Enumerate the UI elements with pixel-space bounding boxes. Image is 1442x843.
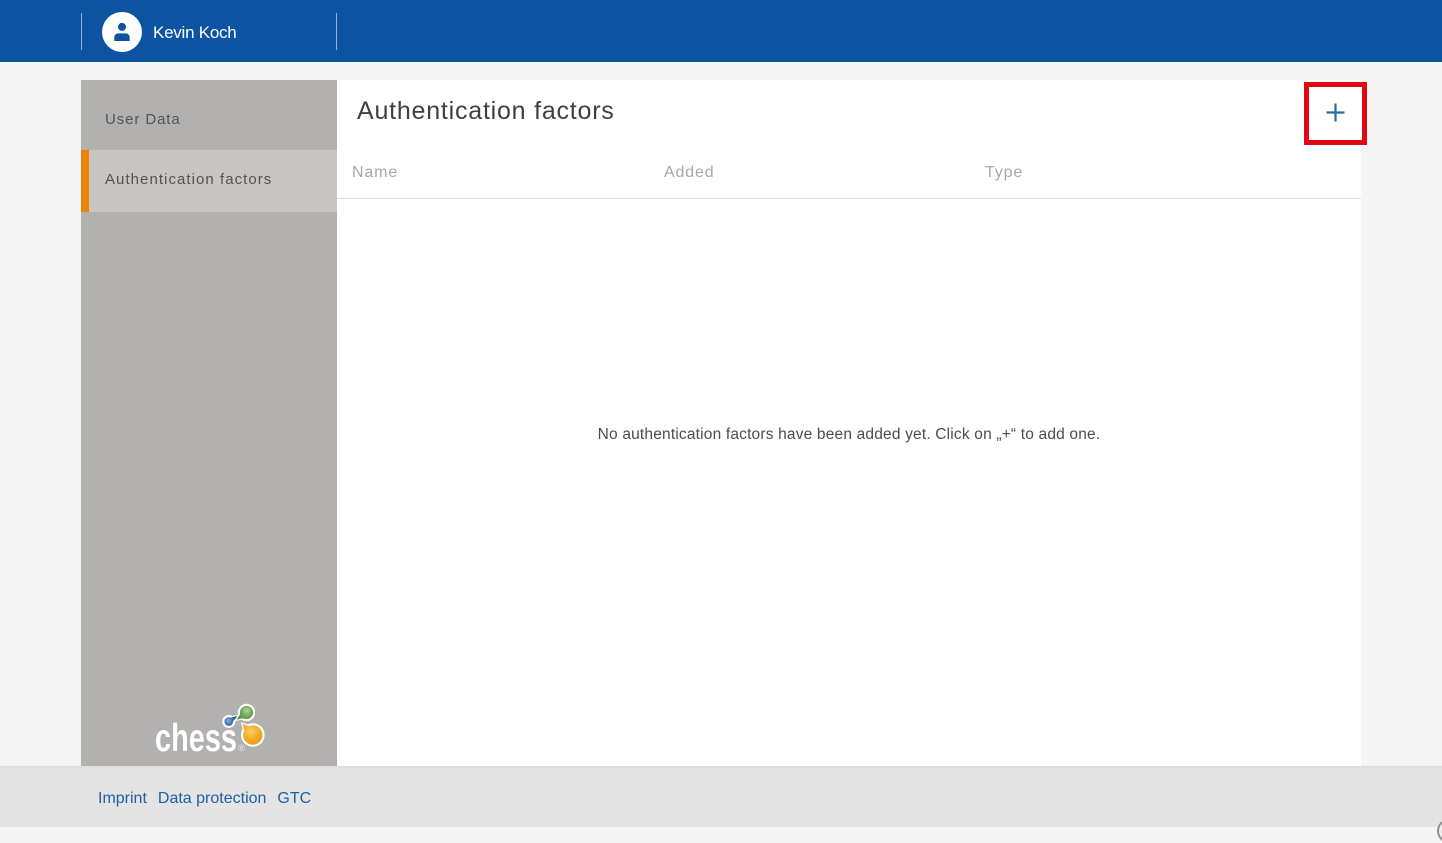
- svg-text:®: ®: [238, 743, 245, 754]
- svg-text:chess: chess: [155, 717, 237, 760]
